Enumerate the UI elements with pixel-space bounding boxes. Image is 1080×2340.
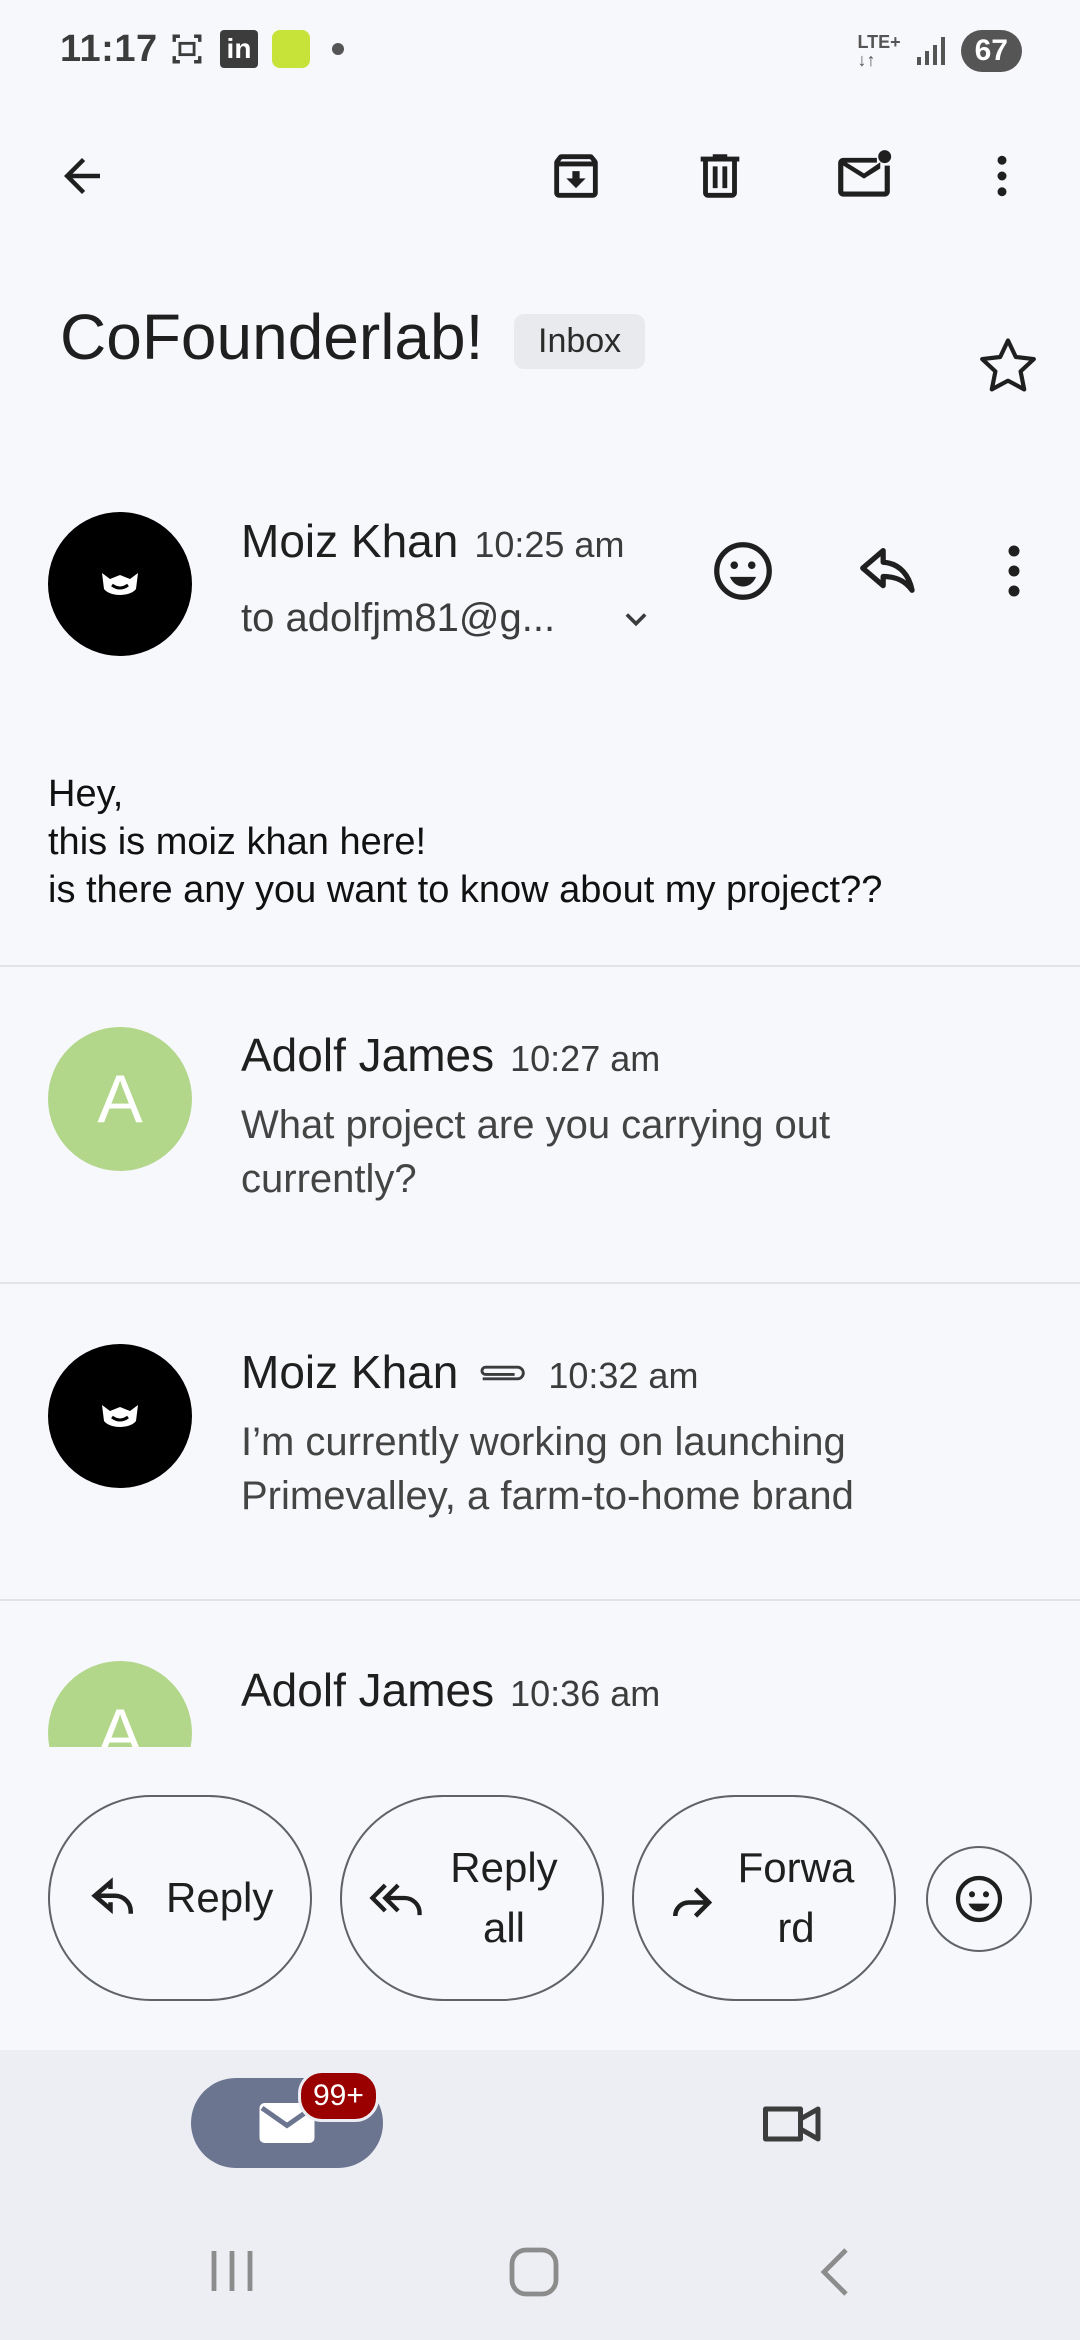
message-time: 10:27 am (510, 1038, 661, 1079)
sender-name: Adolf James (241, 1664, 495, 1716)
message-more-icon[interactable] (984, 536, 1044, 606)
signal-icon (915, 35, 947, 67)
message-time: 10:25 am (474, 524, 625, 565)
attachment-icon (474, 1358, 532, 1388)
reply-label: Reply (166, 1874, 274, 1921)
sender-name: Moiz Khan (241, 515, 459, 567)
sender-name: Moiz Khan (241, 1346, 459, 1398)
message-time: 10:32 am (548, 1355, 699, 1396)
reply-all-button[interactable]: Reply all (340, 1795, 604, 2001)
lte-icon: LTE+ ↓↑ (857, 32, 901, 70)
star-icon[interactable] (972, 330, 1044, 402)
add-reaction-icon[interactable] (708, 536, 778, 606)
system-back-icon[interactable] (810, 2244, 866, 2300)
sender-avatar[interactable]: A (48, 1027, 192, 1171)
message-snippet: I’m currently working on launching Prime… (241, 1420, 854, 1518)
message-time: 10:36 am (510, 1673, 661, 1714)
sender-avatar[interactable] (48, 512, 192, 656)
sender-avatar[interactable] (48, 1344, 192, 1488)
more-notifications-dot-icon (332, 43, 344, 55)
avatar-logo-icon (102, 573, 138, 595)
reply-icon (88, 1871, 142, 1925)
sender-name: Adolf James (241, 1029, 495, 1081)
reply-button[interactable]: Reply (48, 1795, 312, 2001)
reply-icon[interactable] (854, 536, 924, 606)
message-header: Adolf James 10:27 am (241, 1028, 660, 1082)
body-line: Hey, (48, 773, 124, 815)
home-icon[interactable] (506, 2244, 562, 2300)
status-system-icons: LTE+ ↓↑ 67 (857, 30, 1022, 72)
meet-tab[interactable] (758, 2094, 828, 2154)
emoji-icon (955, 1875, 1003, 1923)
forward-button[interactable]: Forwa rd (632, 1795, 896, 2001)
reply-all-icon (366, 1871, 426, 1925)
sender-avatar[interactable]: A (48, 1661, 192, 1747)
message-header: Adolf James 10:36 am (241, 1663, 660, 1717)
react-emoji-button[interactable] (926, 1846, 1032, 1952)
unread-count-badge: 99+ (298, 2070, 379, 2122)
forward-label: Forwa rd (737, 1844, 855, 1951)
app-notification-icon (272, 30, 310, 68)
battery-indicator: 67 (960, 30, 1022, 72)
mark-unread-icon[interactable] (828, 140, 900, 212)
avatar-logo-icon (102, 1405, 138, 1427)
inbox-label-chip[interactable]: Inbox (514, 314, 646, 369)
linkedin-icon: in (220, 30, 258, 68)
video-camera-icon (763, 2106, 821, 2142)
message-body: Hey, this is moiz khan here! is there an… (48, 770, 882, 914)
message-snippet: What project are you carrying out curren… (241, 1103, 831, 1201)
reply-all-label: Reply all (450, 1844, 558, 1951)
recipient-details[interactable]: to adolfjm81@g... (241, 596, 555, 641)
status-notification-icons: in (168, 30, 344, 68)
thread-subject: CoFounderlab! (60, 301, 484, 373)
more-vert-icon[interactable] (966, 140, 1038, 212)
screenshot-icon (168, 30, 206, 68)
forward-icon (664, 1871, 718, 1925)
body-line: is there any you want to know about my p… (48, 869, 883, 911)
message-item[interactable]: A Adolf James 10:36 am (0, 1601, 1080, 1747)
status-time: 11:17 (60, 28, 158, 70)
message-header[interactable]: Moiz Khan 10:25 am (241, 514, 624, 568)
back-arrow-icon[interactable] (46, 140, 118, 212)
delete-icon[interactable] (684, 140, 756, 212)
chevron-down-icon[interactable] (614, 598, 658, 642)
archive-icon[interactable] (540, 140, 612, 212)
message-header: Moiz Khan 10:32 am (241, 1345, 698, 1399)
body-line: this is moiz khan here! (48, 821, 427, 863)
recent-apps-icon[interactable] (204, 2246, 260, 2296)
